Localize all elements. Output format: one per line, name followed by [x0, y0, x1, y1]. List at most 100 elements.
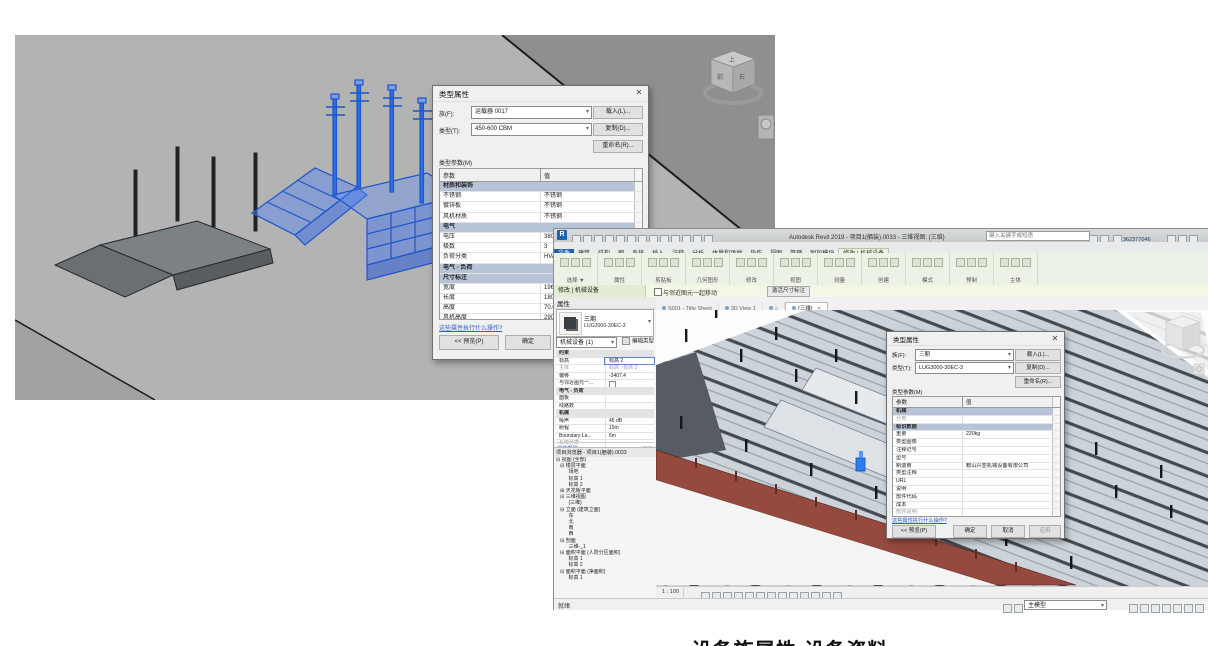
- status-icon[interactable]: [1162, 604, 1171, 613]
- parameter-row[interactable]: 部件说明: [893, 509, 1060, 517]
- ribbon-tool-icon[interactable]: [703, 258, 712, 267]
- cancel-button[interactable]: 取消: [991, 525, 1025, 538]
- ribbon-tool-icon[interactable]: [846, 258, 855, 267]
- status-icon[interactable]: [1129, 604, 1138, 613]
- parameter-row[interactable]: 不锈钢 不锈钢: [440, 192, 642, 202]
- apply-button[interactable]: 应用: [1029, 525, 1061, 538]
- parameter-row[interactable]: 成本: [893, 502, 1060, 510]
- close-icon[interactable]: ✕: [1048, 333, 1062, 345]
- property-row[interactable]: 电气 - 负荷: [556, 388, 654, 396]
- ribbon-tool-icon[interactable]: [923, 258, 932, 267]
- ribbon-tool-icon[interactable]: [835, 258, 844, 267]
- status-icon[interactable]: [1003, 604, 1012, 613]
- title-bar[interactable]: R Autodesk Revit 2019 - 项目1(舾装).0033 - 三…: [554, 229, 1208, 242]
- ribbon-panel[interactable]: 预制: [950, 253, 994, 285]
- ribbon-tool-icon[interactable]: [791, 258, 800, 267]
- property-row[interactable]: 标高 标高 2: [556, 358, 654, 366]
- property-row[interactable]: 约束: [556, 350, 654, 358]
- parameter-row[interactable]: URL: [893, 478, 1060, 486]
- ribbon-tool-icon[interactable]: [758, 258, 767, 267]
- parameter-row[interactable]: 类型注释: [893, 470, 1060, 478]
- ribbon-tool-icon[interactable]: [560, 258, 569, 267]
- parameter-row[interactable]: 型号: [893, 455, 1060, 463]
- type-selector[interactable]: 三期 LUG3000-30EC-3 ▾: [556, 309, 654, 337]
- ribbon-tool-icon[interactable]: [780, 258, 789, 267]
- ribbon-tool-icon[interactable]: [978, 258, 987, 267]
- ribbon-tool-icon[interactable]: [714, 258, 723, 267]
- rename-button[interactable]: 重命名(R)...: [1015, 376, 1061, 388]
- ribbon-panel[interactable]: 选择 ▼: [554, 253, 598, 285]
- duplicate-button[interactable]: 复制(D)...: [1015, 362, 1061, 374]
- what-do-properties-do-link[interactable]: 这些属性执行什么操作?: [892, 517, 947, 524]
- ribbon-panel[interactable]: 测量: [818, 253, 862, 285]
- load-button[interactable]: 载入(L)...: [593, 106, 643, 119]
- ribbon-tool-icon[interactable]: [802, 258, 811, 267]
- parameter-row[interactable]: 标识数据: [893, 424, 1060, 432]
- dialog-titlebar[interactable]: 类型属性 ✕: [433, 86, 648, 102]
- property-row[interactable]: Boundary La... 6m: [556, 433, 654, 441]
- parameter-row[interactable]: 说明: [893, 486, 1060, 494]
- property-row[interactable]: 射程 15m: [556, 425, 654, 433]
- ribbon-tool-icon[interactable]: [1000, 258, 1009, 267]
- parameter-row[interactable]: 制造商 鞍山兴亚机械设备有限公司: [893, 463, 1060, 471]
- ribbon-tool-icon[interactable]: [890, 258, 899, 267]
- parameter-row[interactable]: 分类: [893, 416, 1060, 424]
- view-scale[interactable]: 1 : 100: [658, 588, 684, 597]
- status-icon[interactable]: [1184, 604, 1193, 613]
- rename-button[interactable]: 重命名(R)...: [593, 140, 643, 153]
- parameter-row[interactable]: 部件代码: [893, 494, 1060, 502]
- duplicate-button[interactable]: 复制(D)...: [593, 123, 643, 136]
- property-row[interactable]: 线路数: [556, 403, 654, 411]
- ribbon-tool-icon[interactable]: [670, 258, 679, 267]
- status-icon[interactable]: [1014, 604, 1023, 613]
- parameter-row[interactable]: 类型图像: [893, 439, 1060, 447]
- properties-header[interactable]: 属性: [554, 297, 656, 309]
- close-icon[interactable]: ✕: [632, 87, 646, 99]
- parameter-row[interactable]: 机械: [893, 408, 1060, 416]
- parameters-table[interactable]: 参数 值 机械 分类 标识数据: [892, 396, 1061, 517]
- parameter-row[interactable]: 注释记号: [893, 447, 1060, 455]
- design-option-select[interactable]: 主模型: [1024, 600, 1107, 610]
- ribbon-tool-icon[interactable]: [659, 258, 668, 267]
- status-icon[interactable]: [1173, 604, 1182, 613]
- parameter-row[interactable]: 材质和装饰: [440, 182, 642, 192]
- what-do-properties-do-link[interactable]: 这些属性执行什么操作?: [439, 323, 502, 332]
- ribbon-tool-icon[interactable]: [571, 258, 580, 267]
- status-icon[interactable]: [1151, 604, 1160, 613]
- ribbon-tool-icon[interactable]: [956, 258, 965, 267]
- revit-menu-icon[interactable]: R: [557, 230, 567, 240]
- parameter-row[interactable]: 镀锌板 不锈钢: [440, 202, 642, 212]
- chevron-down-icon[interactable]: ▾: [648, 318, 651, 325]
- ribbon-panel[interactable]: 剪贴板: [642, 253, 686, 285]
- category-filter-select[interactable]: 机械设备 (1): [556, 337, 617, 348]
- ribbon-tool-icon[interactable]: [615, 258, 624, 267]
- ribbon-tool-icon[interactable]: [1022, 258, 1031, 267]
- ribbon-tool-icon[interactable]: [1011, 258, 1020, 267]
- navigation-bar-icon[interactable]: [1194, 364, 1204, 374]
- family-select[interactable]: 运载器 0017: [471, 106, 592, 119]
- property-row[interactable]: 机械: [556, 410, 654, 418]
- ribbon-panel[interactable]: 视图: [774, 253, 818, 285]
- parameter-row[interactable]: 重量 220kg: [893, 431, 1060, 439]
- ribbon-tool-icon[interactable]: [736, 258, 745, 267]
- property-row[interactable]: 偏移 -3407.4: [556, 373, 654, 381]
- ribbon-panel[interactable]: 模式: [906, 253, 950, 285]
- ok-button[interactable]: 确定: [505, 335, 551, 350]
- search-input[interactable]: [986, 231, 1090, 241]
- load-button[interactable]: 载入(L)...: [1015, 349, 1061, 361]
- ribbon-tool-icon[interactable]: [912, 258, 921, 267]
- ribbon-tool-icon[interactable]: [692, 258, 701, 267]
- ribbon-tool-icon[interactable]: [648, 258, 657, 267]
- parameter-row[interactable]: 风机材质 不锈钢: [440, 213, 642, 223]
- ribbon-tool-icon[interactable]: [747, 258, 756, 267]
- ribbon-tool-icon[interactable]: [967, 258, 976, 267]
- status-icon[interactable]: [1140, 604, 1149, 613]
- type-properties-dialog-right[interactable]: 类型属性 ✕ 族(F): 三期 载入(L)... 类型(T): LUG3000-…: [886, 331, 1065, 539]
- property-row[interactable]: 主体 标高 : 标高 2: [556, 365, 654, 373]
- ribbon-tool-icon[interactable]: [934, 258, 943, 267]
- property-row[interactable]: 与邻近图元一...: [556, 380, 654, 388]
- dialog-titlebar[interactable]: 类型属性 ✕: [887, 332, 1064, 346]
- family-select[interactable]: 三期: [915, 349, 1014, 361]
- preview-button[interactable]: << 预览(P): [892, 525, 936, 538]
- ribbon-tool-icon[interactable]: [582, 258, 591, 267]
